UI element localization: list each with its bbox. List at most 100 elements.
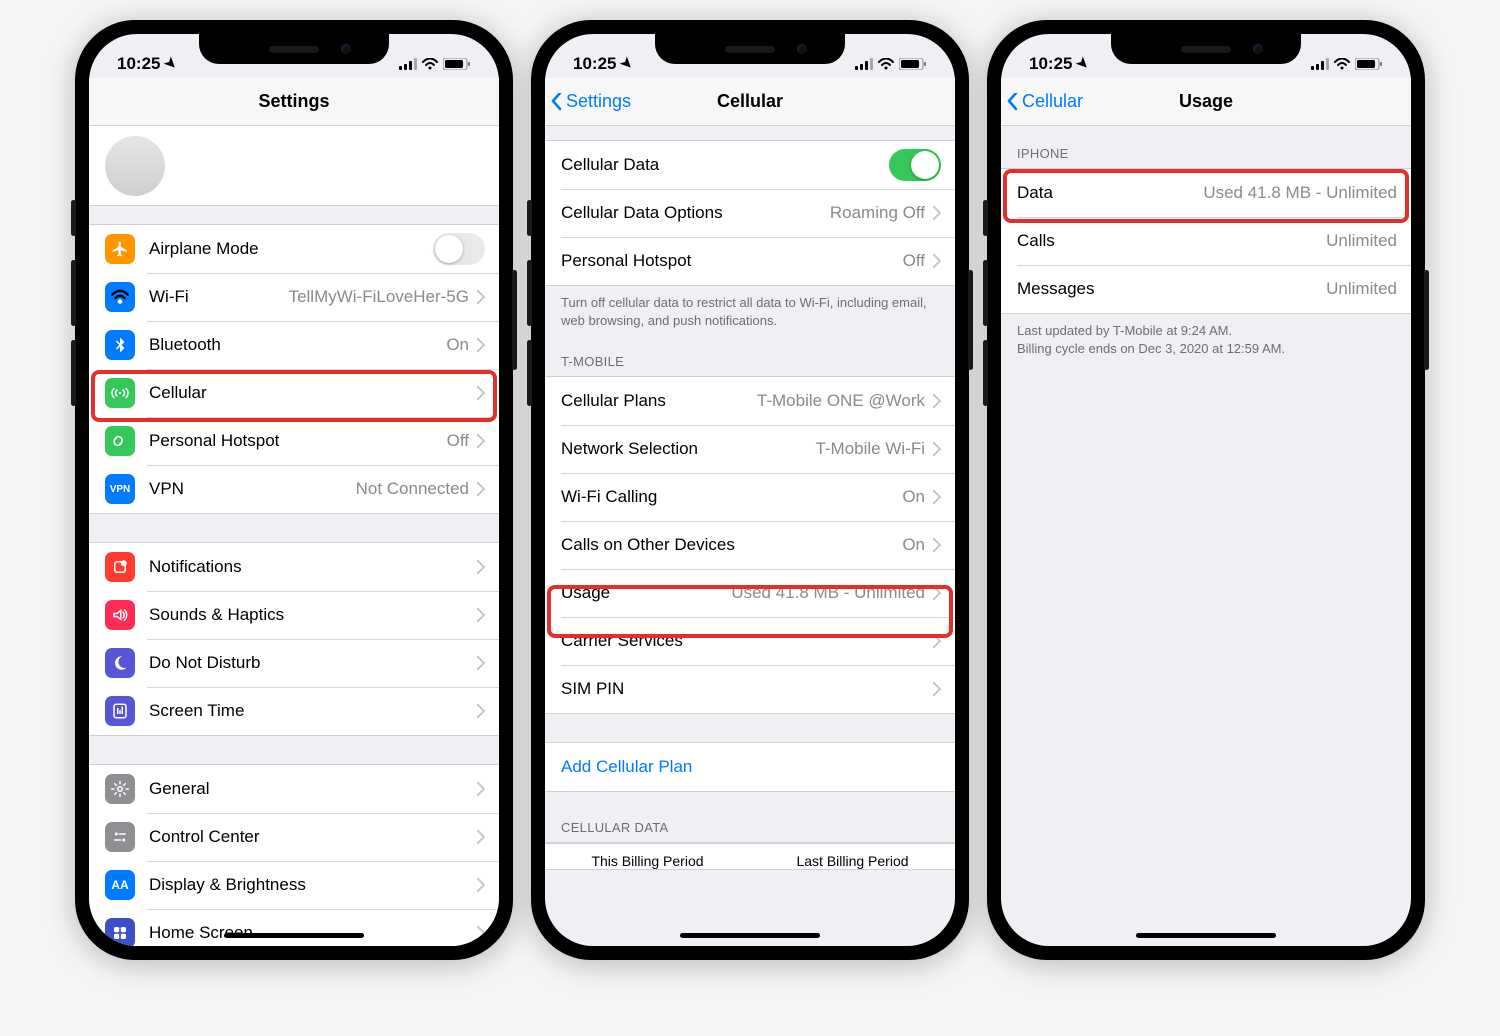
- row-cellular-data-options[interactable]: Cellular Data Options Roaming Off: [545, 189, 955, 237]
- tab-this-period[interactable]: This Billing Period: [545, 853, 750, 869]
- bluetooth-icon: [105, 330, 135, 360]
- row-label: Do Not Disturb: [149, 653, 477, 673]
- chevron-right-icon: [933, 388, 941, 414]
- display-icon: AA: [105, 870, 135, 900]
- row-label: Wi-Fi: [149, 287, 289, 307]
- row-messages-usage[interactable]: Messages Unlimited: [1001, 265, 1411, 313]
- row-label: Wi-Fi Calling: [561, 487, 902, 507]
- chevron-right-icon: [477, 650, 485, 676]
- row-sim-pin[interactable]: SIM PIN: [545, 665, 955, 713]
- row-label: Personal Hotspot: [149, 431, 447, 451]
- row-label: Bluetooth: [149, 335, 446, 355]
- row-label: General: [149, 779, 477, 799]
- row-label: SIM PIN: [561, 679, 933, 699]
- row-value: Off: [447, 431, 469, 451]
- chevron-right-icon: [477, 554, 485, 580]
- row-value: Unlimited: [1326, 279, 1397, 299]
- hotspot-icon: [105, 426, 135, 456]
- chevron-right-icon: [477, 332, 485, 358]
- row-label: Personal Hotspot: [561, 251, 903, 271]
- nav-bar: Settings: [89, 78, 499, 126]
- row-value: Roaming Off: [830, 203, 925, 223]
- row-wifi[interactable]: Wi-Fi TellMyWi-FiLoveHer-5G: [89, 273, 499, 321]
- row-personal-hotspot[interactable]: Personal Hotspot Off: [545, 237, 955, 285]
- chevron-right-icon: [477, 776, 485, 802]
- notch: [1111, 34, 1301, 64]
- signal-icon: [855, 58, 873, 70]
- row-carrier-services[interactable]: Carrier Services: [545, 617, 955, 665]
- page-title: Usage: [1179, 91, 1233, 112]
- chevron-right-icon: [477, 602, 485, 628]
- row-label: Usage: [561, 583, 731, 603]
- status-time: 10:25: [117, 54, 160, 74]
- notch: [199, 34, 389, 64]
- row-label: Messages: [1017, 279, 1326, 299]
- notifications-icon: [105, 552, 135, 582]
- row-label: Airplane Mode: [149, 239, 433, 259]
- row-data-usage[interactable]: Data Used 41.8 MB - Unlimited: [1001, 169, 1411, 217]
- wifi-icon: [878, 58, 894, 70]
- row-cellular[interactable]: Cellular: [89, 369, 499, 417]
- row-control-center[interactable]: Control Center: [89, 813, 499, 861]
- chevron-right-icon: [933, 248, 941, 274]
- back-button[interactable]: Settings: [551, 78, 631, 125]
- row-label: Carrier Services: [561, 631, 933, 651]
- row-label: Sounds & Haptics: [149, 605, 477, 625]
- row-personal-hotspot[interactable]: Personal Hotspot Off: [89, 417, 499, 465]
- wifi-settings-icon: [105, 282, 135, 312]
- homescreen-icon: [105, 918, 135, 946]
- row-calls-other-devices[interactable]: Calls on Other Devices On: [545, 521, 955, 569]
- home-indicator[interactable]: [680, 933, 820, 938]
- row-screen-time[interactable]: Screen Time: [89, 687, 499, 735]
- signal-icon: [1311, 58, 1329, 70]
- row-vpn[interactable]: VPN VPN Not Connected: [89, 465, 499, 513]
- chevron-right-icon: [477, 476, 485, 502]
- row-airplane-mode[interactable]: Airplane Mode: [89, 225, 499, 273]
- row-label: Add Cellular Plan: [561, 757, 941, 777]
- airplane-toggle[interactable]: [433, 233, 485, 265]
- row-add-cellular-plan[interactable]: Add Cellular Plan: [545, 743, 955, 791]
- battery-icon: [899, 58, 927, 70]
- apple-id-row[interactable]: [89, 126, 499, 206]
- row-do-not-disturb[interactable]: Do Not Disturb: [89, 639, 499, 687]
- row-display-brightness[interactable]: AA Display & Brightness: [89, 861, 499, 909]
- location-icon: ➤: [1073, 53, 1093, 73]
- cellular-data-toggle[interactable]: [889, 149, 941, 181]
- row-usage[interactable]: Usage Used 41.8 MB - Unlimited: [545, 569, 955, 617]
- row-cellular-plans[interactable]: Cellular Plans T-Mobile ONE @Work: [545, 377, 955, 425]
- chevron-right-icon: [477, 920, 485, 946]
- airplane-icon: [105, 234, 135, 264]
- row-notifications[interactable]: Notifications: [89, 543, 499, 591]
- chevron-right-icon: [933, 484, 941, 510]
- battery-icon: [443, 58, 471, 70]
- home-indicator[interactable]: [224, 933, 364, 938]
- row-bluetooth[interactable]: Bluetooth On: [89, 321, 499, 369]
- phone-settings: 10:25➤ Settings Airplane Mode: [75, 20, 513, 960]
- row-sounds-haptics[interactable]: Sounds & Haptics: [89, 591, 499, 639]
- row-label: Data: [1017, 183, 1203, 203]
- row-network-selection[interactable]: Network Selection T-Mobile Wi-Fi: [545, 425, 955, 473]
- row-label: Cellular: [149, 383, 477, 403]
- back-label: Settings: [566, 91, 631, 112]
- chevron-right-icon: [933, 580, 941, 606]
- chevron-right-icon: [933, 436, 941, 462]
- chevron-right-icon: [477, 872, 485, 898]
- battery-icon: [1355, 58, 1383, 70]
- row-value: On: [902, 535, 925, 555]
- row-home-screen[interactable]: Home Screen: [89, 909, 499, 946]
- home-indicator[interactable]: [1136, 933, 1276, 938]
- row-label: VPN: [149, 479, 356, 499]
- chevron-right-icon: [477, 284, 485, 310]
- billing-period-tabs[interactable]: This Billing Period Last Billing Period: [545, 843, 955, 869]
- back-label: Cellular: [1022, 91, 1083, 112]
- nav-bar: Cellular Usage: [1001, 78, 1411, 126]
- tab-last-period[interactable]: Last Billing Period: [750, 853, 955, 869]
- back-button[interactable]: Cellular: [1007, 78, 1083, 125]
- phone-cellular: 10:25➤ Settings Cellular Cellular Data: [531, 20, 969, 960]
- row-general[interactable]: General: [89, 765, 499, 813]
- row-cellular-data[interactable]: Cellular Data: [545, 141, 955, 189]
- row-calls-usage[interactable]: Calls Unlimited: [1001, 217, 1411, 265]
- row-wifi-calling[interactable]: Wi-Fi Calling On: [545, 473, 955, 521]
- row-label: Control Center: [149, 827, 477, 847]
- row-value: TellMyWi-FiLoveHer-5G: [289, 287, 469, 307]
